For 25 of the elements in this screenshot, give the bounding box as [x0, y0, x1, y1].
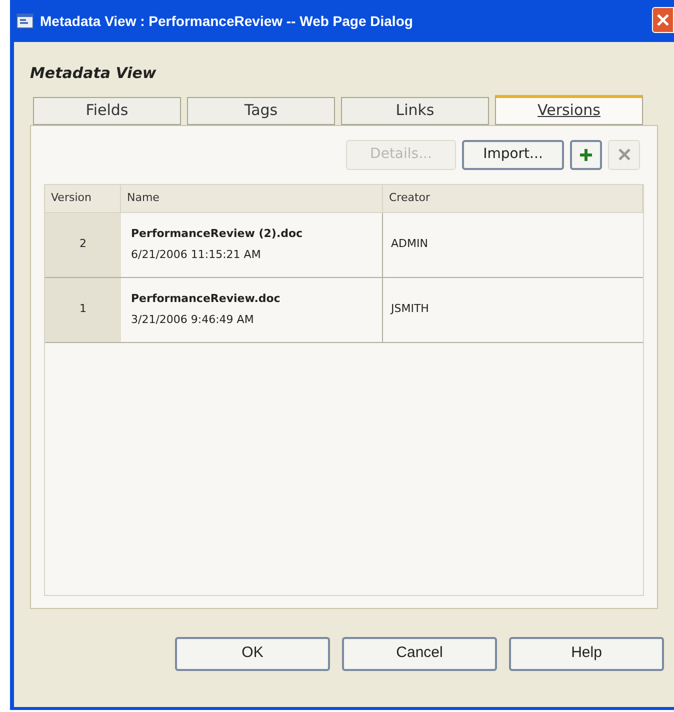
plus-icon	[579, 148, 593, 162]
toolbar-button[interactable]: Import...	[462, 140, 564, 170]
close-button[interactable]	[652, 7, 674, 33]
file-name: PerformanceReview.doc	[131, 291, 282, 307]
file-name: PerformanceReview (2).doc	[131, 226, 304, 242]
table-cell: 1	[45, 278, 121, 342]
window-icon	[16, 12, 34, 30]
tab[interactable]: Tags	[187, 96, 335, 124]
dialog-button[interactable]: Cancel	[342, 636, 497, 670]
dialog-button[interactable]: OK	[175, 636, 330, 670]
column-header[interactable]: Version	[45, 184, 121, 212]
close-icon	[657, 14, 669, 26]
add-button[interactable]	[570, 140, 602, 170]
date-text: 3/21/2006 9:46:49 AM	[131, 312, 255, 328]
close-icon	[618, 148, 630, 161]
column-header[interactable]: Creator	[383, 184, 643, 212]
table-cell: 2	[45, 212, 121, 276]
tab[interactable]: Links	[341, 96, 489, 124]
date-text: 6/21/2006 11:15:21 AM	[131, 246, 262, 262]
column-header[interactable]: Name	[121, 184, 383, 212]
dialog-button[interactable]: Help	[509, 636, 664, 670]
tab[interactable]: Fields	[33, 96, 181, 124]
window-title: Metadata View : PerformanceReview -- Web Page Dialog	[40, 12, 413, 31]
dialog-heading: Metadata View	[30, 63, 158, 84]
tab[interactable]: Versions	[495, 94, 643, 124]
